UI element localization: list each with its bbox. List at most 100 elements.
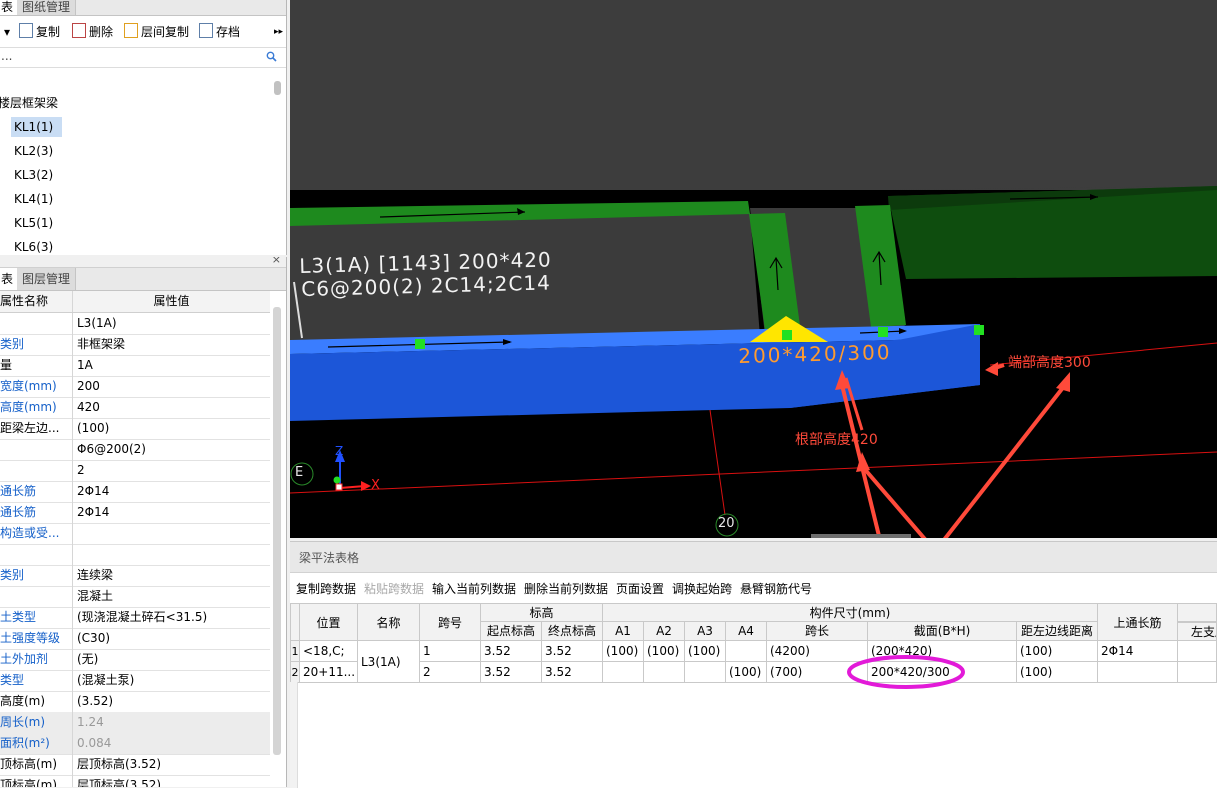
property-row[interactable]: 通长筋 2Φ14: [0, 502, 270, 524]
copy-button[interactable]: 复制: [19, 23, 60, 41]
property-value[interactable]: 非框架梁: [77, 334, 267, 355]
property-row[interactable]: 通长筋 2Φ14: [0, 481, 270, 503]
viewport-handle[interactable]: [811, 534, 911, 538]
property-value[interactable]: [77, 544, 267, 565]
property-value[interactable]: (3.52): [77, 691, 267, 712]
col-end-elev[interactable]: 终点标高: [542, 622, 603, 641]
property-row[interactable]: 宽度(mm) 200: [0, 376, 270, 398]
cell-left-support[interactable]: [1178, 641, 1217, 662]
property-value[interactable]: L3(1A): [77, 313, 267, 334]
col-a1[interactable]: A1: [603, 622, 644, 641]
more-tools-icon[interactable]: ▸▸: [274, 23, 283, 41]
property-scrollbar[interactable]: [273, 307, 281, 755]
dropdown-arrow-icon[interactable]: ▾: [4, 23, 10, 41]
copy-span-data-button[interactable]: 复制跨数据: [296, 580, 356, 597]
property-value[interactable]: (现浇混凝土碎石<31.5): [77, 607, 267, 628]
col-a4[interactable]: A4: [726, 622, 767, 641]
property-value[interactable]: (混凝土泵): [77, 670, 267, 691]
tab-drawing-management[interactable]: 图纸管理: [17, 0, 77, 15]
tree-scrollbar[interactable]: [274, 81, 281, 95]
paste-span-data-button[interactable]: 粘贴跨数据: [364, 580, 424, 597]
property-row[interactable]: 距梁左边... (100): [0, 418, 270, 440]
property-value[interactable]: 1.24: [77, 712, 267, 733]
property-value[interactable]: 1A: [77, 355, 267, 376]
close-icon[interactable]: ×: [272, 257, 281, 266]
cell-span-no[interactable]: 2: [420, 662, 481, 683]
property-row[interactable]: 类别 连续梁: [0, 565, 270, 587]
cell-start-elev[interactable]: 3.52: [481, 641, 542, 662]
grip-point[interactable]: [974, 325, 984, 335]
col-a2[interactable]: A2: [644, 622, 685, 641]
tree-item-kl6[interactable]: KL6(3): [14, 237, 62, 255]
search-icon[interactable]: [266, 51, 277, 62]
delete-column-data-button[interactable]: 删除当前列数据: [524, 580, 608, 597]
property-row[interactable]: 周长(m) 1.24: [0, 712, 270, 734]
property-value[interactable]: 2Φ14: [77, 481, 267, 502]
cell-a1[interactable]: (100): [603, 641, 644, 662]
col-left-support[interactable]: 左支座: [1178, 622, 1217, 641]
property-row[interactable]: 混凝土: [0, 586, 270, 608]
row-index[interactable]: 2: [290, 662, 300, 683]
property-value[interactable]: 200: [77, 376, 267, 397]
cell-dist-left[interactable]: (100): [1017, 641, 1098, 662]
3d-viewport[interactable]: L3(1A) [1143] 200*420 C6@200(2) 2C14;2C1…: [290, 0, 1217, 538]
swap-start-span-button[interactable]: 调换起始跨: [672, 580, 732, 597]
col-name[interactable]: 名称: [358, 603, 420, 641]
property-row[interactable]: Φ6@200(2): [0, 439, 270, 461]
property-value[interactable]: (100): [77, 418, 267, 439]
property-value[interactable]: 连续梁: [77, 565, 267, 586]
tree-group-frame-beam[interactable]: 楼层框架梁: [0, 93, 78, 113]
property-row[interactable]: 高度(mm) 420: [0, 397, 270, 419]
cell-top-rebar[interactable]: 2Φ14: [1098, 641, 1178, 662]
property-row[interactable]: 量 1A: [0, 355, 270, 377]
cell-name[interactable]: L3(1A): [358, 641, 420, 683]
property-row[interactable]: 土强度等级 (C30): [0, 628, 270, 650]
col-section[interactable]: 截面(B*H): [868, 622, 1017, 641]
property-row[interactable]: L3(1A): [0, 313, 270, 335]
col-start-elev[interactable]: 起点标高: [481, 622, 542, 641]
cell-span-no[interactable]: 1: [420, 641, 481, 662]
tree-item-kl3[interactable]: KL3(2): [14, 165, 62, 185]
property-value[interactable]: 0.084: [77, 733, 267, 754]
property-value[interactable]: 层顶标高(3.52): [77, 754, 267, 775]
input-column-data-button[interactable]: 输入当前列数据: [432, 580, 516, 597]
property-row[interactable]: 类型 (混凝土泵): [0, 670, 270, 692]
cell-top-rebar[interactable]: [1098, 662, 1178, 683]
grip-point[interactable]: [415, 339, 425, 349]
col-top-rebar[interactable]: 上通长筋: [1098, 603, 1178, 641]
property-value[interactable]: (C30): [77, 628, 267, 649]
cell-left-support[interactable]: [1178, 662, 1217, 683]
property-row[interactable]: 土类型 (现浇混凝土碎石<31.5): [0, 607, 270, 629]
cell-a2[interactable]: [644, 662, 685, 683]
property-row[interactable]: 顶标高(m) 层顶标高(3.52): [0, 775, 270, 787]
col-position[interactable]: 位置: [300, 603, 358, 641]
cell-start-elev[interactable]: 3.52: [481, 662, 542, 683]
cell-position[interactable]: <18,C;: [300, 641, 358, 662]
cell-a1[interactable]: [603, 662, 644, 683]
cell-position[interactable]: 20+11...: [300, 662, 358, 683]
tree-item-kl4[interactable]: KL4(1): [14, 189, 62, 209]
property-value[interactable]: 420: [77, 397, 267, 418]
col-span-no[interactable]: 跨号: [420, 603, 481, 641]
property-value[interactable]: 层顶标高(3.52): [77, 775, 267, 787]
col-span-length[interactable]: 跨长: [767, 622, 868, 641]
cell-a2[interactable]: (100): [644, 641, 685, 662]
cantilever-rebar-code-button[interactable]: 悬臂钢筋代号: [740, 580, 812, 597]
property-value[interactable]: 混凝土: [77, 586, 267, 607]
col-dist-left[interactable]: 距左边线距离: [1017, 622, 1098, 641]
grip-point[interactable]: [878, 327, 888, 337]
page-setup-button[interactable]: 页面设置: [616, 580, 664, 597]
cell-a4[interactable]: [726, 641, 767, 662]
property-row[interactable]: [0, 544, 270, 566]
property-row[interactable]: 构造或受...: [0, 523, 270, 545]
tree-item-kl2[interactable]: KL2(3): [14, 141, 62, 161]
cell-end-elev[interactable]: 3.52: [542, 662, 603, 683]
property-value[interactable]: Φ6@200(2): [77, 439, 267, 460]
property-row[interactable]: 2: [0, 460, 270, 482]
floor-copy-button[interactable]: 层间复制: [124, 23, 189, 41]
row-index[interactable]: 1: [290, 641, 300, 662]
property-row[interactable]: 土外加剂 (无): [0, 649, 270, 671]
property-row[interactable]: 类别 非框架梁: [0, 334, 270, 356]
cell-a3[interactable]: [685, 662, 726, 683]
cell-a3[interactable]: (100): [685, 641, 726, 662]
